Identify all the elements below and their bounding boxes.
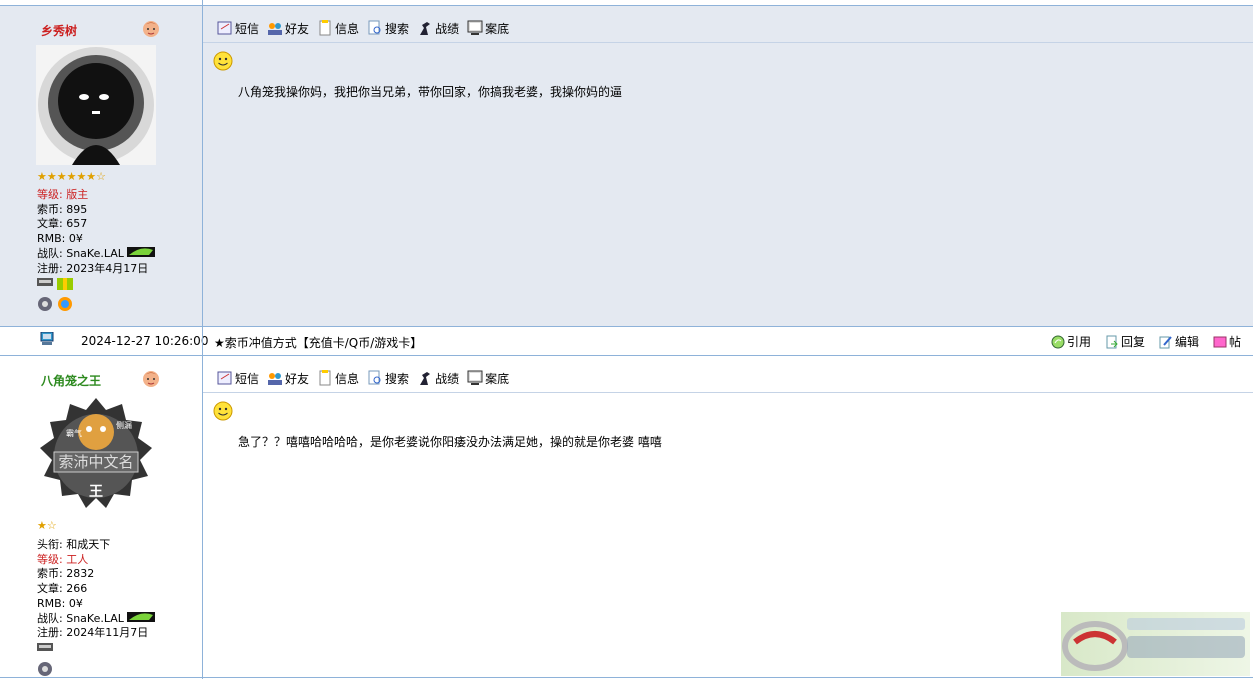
- profile-icon: [319, 20, 331, 36]
- post-2-toolbar-divider: [203, 392, 1253, 393]
- quote-button[interactable]: 引用: [1051, 333, 1091, 350]
- row-border: [0, 5, 1253, 6]
- soldier-icon: [420, 372, 431, 385]
- profile-button[interactable]: 信息: [317, 20, 359, 37]
- friends-icon: [268, 23, 283, 35]
- quote-icon: [1051, 335, 1065, 348]
- post-1-text: 八角笼我操你妈，我把你当兄弟，带你回家，你搞我老婆，我操你妈的逼: [238, 85, 623, 99]
- search-icon: [368, 20, 381, 35]
- computer-icon: [40, 332, 54, 345]
- svg-text:王: 王: [89, 484, 103, 500]
- post-icon: [1213, 336, 1227, 347]
- smiley-icon: [213, 401, 233, 421]
- column-border: [202, 0, 203, 679]
- edit-button[interactable]: 编辑: [1159, 333, 1199, 350]
- row-border: [0, 355, 1253, 356]
- friends-icon: [268, 373, 283, 385]
- search-icon: [368, 370, 381, 385]
- reply-button[interactable]: 回复: [1105, 333, 1145, 350]
- male-face-icon: [143, 371, 159, 387]
- record-button[interactable]: 战绩: [417, 20, 459, 37]
- search-button[interactable]: 搜索: [367, 370, 409, 387]
- svg-text:侧漏: 侧漏: [116, 420, 132, 430]
- friend-button[interactable]: 好友: [267, 20, 309, 37]
- post-1-avatar: [36, 45, 156, 165]
- row-border: [0, 677, 1253, 678]
- record-button[interactable]: 战绩: [417, 370, 459, 387]
- sms-icon: [217, 371, 232, 385]
- post-1-medals-icon: [37, 278, 73, 311]
- team-badge-icon: [127, 611, 156, 622]
- team-badge-icon: [127, 246, 156, 257]
- post-2-medals-icon: [37, 643, 53, 676]
- svg-text:索沛中文名: 索沛中文名: [58, 453, 133, 471]
- sms-button[interactable]: 短信: [217, 370, 259, 387]
- svg-text:霸气: 霸气: [66, 428, 82, 438]
- friend-button[interactable]: 好友: [267, 370, 309, 387]
- post-1-toolbar-divider: [203, 42, 1253, 43]
- post-1-toolbar: 短信 好友 信息 搜索 战绩 案底: [217, 19, 509, 37]
- post-2-avatar: 索沛中文名 霸气 侧漏 王: [36, 396, 156, 516]
- post-2-username[interactable]: 八角笼之王: [41, 372, 101, 389]
- sms-button[interactable]: 短信: [217, 20, 259, 37]
- row-border: [0, 326, 1253, 327]
- post-2-stars: ★☆: [37, 519, 57, 532]
- soldier-icon: [420, 22, 431, 35]
- profile-icon: [319, 370, 331, 386]
- post-1-stars: ★★★★★★☆: [37, 170, 107, 183]
- profile-button[interactable]: 信息: [317, 370, 359, 387]
- post-datetime: 2024-12-27 10:26:00: [81, 334, 209, 348]
- search-button[interactable]: 搜索: [367, 20, 409, 37]
- cs-logo-icon: [1062, 618, 1245, 671]
- forum-thread: 乡秀树 ★★★★★★☆ 等级: 版主 索币: 895 文章: 657 RMB: …: [0, 0, 1253, 679]
- edit-icon: [1159, 335, 1172, 348]
- post-2-text: 急了？？嘻嘻哈哈哈哈，是你老婆说你阳痿没办法满足她，操的就是你老婆 嘻嘻: [238, 435, 662, 449]
- male-face-icon: [143, 21, 159, 37]
- site-watermark-logo: [1061, 612, 1250, 676]
- monitor-icon: [467, 370, 483, 385]
- reply-icon: [1106, 335, 1118, 348]
- case-button[interactable]: 案底: [467, 20, 509, 37]
- post-1-username[interactable]: 乡秀树: [41, 22, 77, 39]
- post-meta-row: 2024-12-27 10:26:00 ★索币冲值方式【充值卡/Q币/游戏卡】 …: [0, 327, 1253, 355]
- smiley-icon: [213, 51, 233, 71]
- monitor-icon: [467, 20, 483, 35]
- post-1-content: [203, 6, 1253, 326]
- post-1-info: 等级: 版主 索币: 895 文章: 657 RMB: 0¥ 战队: SnaKe…: [37, 188, 156, 276]
- sms-icon: [217, 21, 232, 35]
- case-button[interactable]: 案底: [467, 370, 509, 387]
- post-signature-link[interactable]: ★索币冲值方式【充值卡/Q币/游戏卡】: [214, 334, 422, 351]
- post-2-toolbar: 短信 好友 信息 搜索 战绩 案底: [217, 369, 509, 387]
- post-2-info: 头衔: 和成天下 等级: 工人 索币: 2832 文章: 266 RMB: 0¥…: [37, 538, 156, 641]
- post-more-button[interactable]: 帖: [1213, 333, 1241, 350]
- post-actions: 引用 回复 编辑 帖: [1051, 333, 1241, 350]
